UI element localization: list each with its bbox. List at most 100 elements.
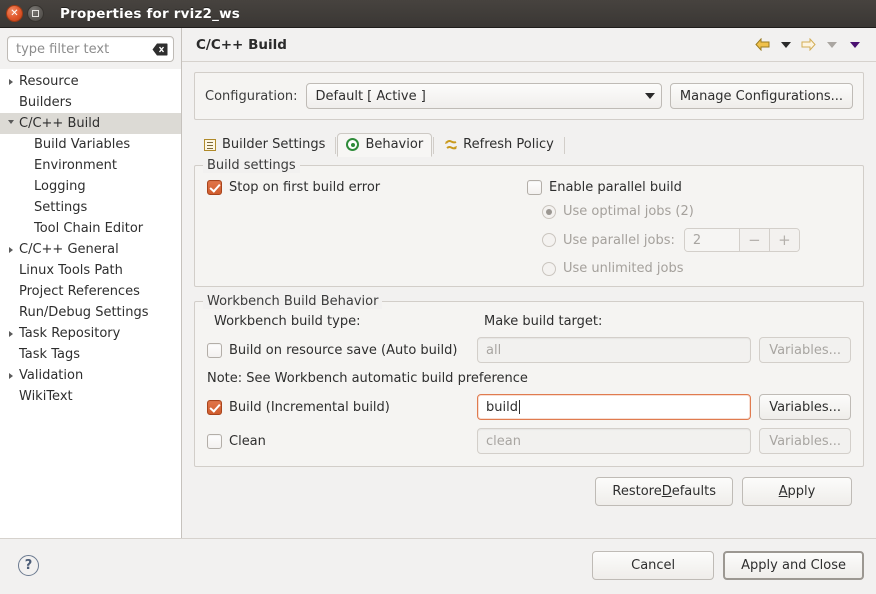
make-build-target-input[interactable]: clean [477, 428, 751, 454]
manage-configurations-button[interactable]: Manage Configurations... [670, 83, 853, 109]
restore-defaults-button[interactable]: Restore Defaults [595, 477, 733, 506]
use-unlimited-jobs-row[interactable]: Use unlimited jobs [527, 261, 851, 276]
chevron-down-icon[interactable] [4, 120, 17, 127]
build-type-checkbox[interactable] [207, 343, 222, 358]
view-menu-chevron-down-icon[interactable] [843, 34, 866, 56]
build-type-label: Build (Incremental build) [229, 400, 390, 415]
footer-buttons: Cancel Apply and Close [592, 551, 864, 580]
build-type-checkbox-cell[interactable]: Build (Incremental build) [207, 400, 477, 415]
sidebar-item-task-repository[interactable]: Task Repository [0, 323, 181, 344]
page-button-row: Restore Defaults Apply [194, 467, 864, 517]
build-type-checkbox-cell[interactable]: Clean [207, 434, 477, 449]
parallel-jobs-increment-button[interactable]: + [769, 229, 799, 251]
search-input[interactable]: type filter text [7, 36, 174, 62]
build-settings-legend: Build settings [203, 158, 300, 173]
build-type-checkbox-cell[interactable]: Build on resource save (Auto build) [207, 343, 477, 358]
use-unlimited-jobs-radio[interactable] [542, 262, 556, 276]
build-type-checkbox[interactable] [207, 434, 222, 449]
sidebar-item-label: Logging [17, 179, 86, 194]
refresh-policy-icon [443, 137, 458, 152]
close-icon[interactable]: ✕ [6, 5, 23, 22]
workbench-build-rows: Build on resource save (Auto build)all Va… [207, 337, 851, 454]
sidebar-item-c-c-build[interactable]: C/C++ Build [0, 113, 181, 134]
sidebar-item-project-references[interactable]: Project References [0, 281, 181, 302]
sidebar-item-environment[interactable]: Environment [0, 155, 181, 176]
parallel-jobs-stepper[interactable]: 2 − + [684, 228, 800, 252]
sidebar-item-resource[interactable]: Resource [0, 71, 181, 92]
sidebar-item-logging[interactable]: Logging [0, 176, 181, 197]
make-build-target-input[interactable]: build [477, 394, 751, 420]
forward-arrow-icon[interactable] [797, 34, 820, 56]
variables-button[interactable]: Variables... [759, 394, 851, 420]
chevron-right-icon[interactable] [4, 331, 17, 337]
make-build-target-input[interactable]: all [477, 337, 751, 363]
content-pane: C/C++ Build [182, 28, 876, 538]
stop-on-first-build-error-label: Stop on first build error [229, 180, 380, 195]
stop-on-first-build-error-checkbox[interactable] [207, 180, 222, 195]
sidebar-item-settings[interactable]: Settings [0, 197, 181, 218]
sidebar-item-build-variables[interactable]: Build Variables [0, 134, 181, 155]
sidebar-item-label: Project References [17, 284, 140, 299]
sidebar-item-label: Resource [17, 74, 79, 89]
use-parallel-jobs-row[interactable]: Use parallel jobs: 2 − + [527, 228, 851, 252]
sidebar-item-label: C/C++ Build [17, 116, 100, 131]
configuration-value: Default [ Active ] [316, 89, 645, 104]
apply-label: pply [788, 484, 816, 499]
use-parallel-jobs-radio[interactable] [542, 233, 556, 247]
stop-on-first-build-error-row[interactable]: Stop on first build error [207, 180, 527, 195]
workbench-build-row: Cleanclean Variables... [207, 428, 851, 454]
sidebar-item-tool-chain-editor[interactable]: Tool Chain Editor [0, 218, 181, 239]
sidebar-item-c-c-general[interactable]: C/C++ General [0, 239, 181, 260]
sidebar-item-wikitext[interactable]: WikiText [0, 386, 181, 407]
maximize-icon[interactable] [27, 5, 44, 22]
settings-tree[interactable]: Resource Builders C/C++ Build Build Variabl… [0, 69, 181, 538]
restore-defaults-label-a: Restore [612, 484, 661, 499]
sidebar-item-builders[interactable]: Builders [0, 92, 181, 113]
parallel-jobs-decrement-button[interactable]: − [739, 229, 769, 251]
behavior-target-icon [345, 137, 360, 152]
apply-button[interactable]: Apply [742, 477, 852, 506]
sidebar-item-task-tags[interactable]: Task Tags [0, 344, 181, 365]
sidebar-item-label: Settings [17, 200, 87, 215]
configuration-select[interactable]: Default [ Active ] [306, 83, 662, 109]
use-unlimited-jobs-label: Use unlimited jobs [563, 261, 683, 276]
parallel-jobs-value: 2 [685, 229, 739, 251]
variables-button[interactable]: Variables... [759, 337, 851, 363]
help-icon[interactable]: ? [18, 555, 39, 576]
chevron-right-icon[interactable] [4, 373, 17, 379]
search-input-placeholder: type filter text [16, 42, 152, 57]
page-content: Configuration: Default [ Active ] Manage… [182, 62, 876, 538]
back-arrow-icon[interactable] [751, 34, 774, 56]
chevron-right-icon[interactable] [4, 247, 17, 253]
enable-parallel-build-checkbox[interactable] [527, 180, 542, 195]
sidebar-item-label: Run/Debug Settings [17, 305, 149, 320]
text-cursor [519, 400, 520, 414]
workbench-build-row: Build on resource save (Auto build)all Va… [207, 337, 851, 363]
sidebar-item-label: Task Tags [17, 347, 80, 362]
variables-button[interactable]: Variables... [759, 428, 851, 454]
tab-refresh-policy[interactable]: Refresh Policy [435, 133, 563, 157]
sidebar-item-label: Tool Chain Editor [17, 221, 143, 236]
tab-builder-settings[interactable]: Builder Settings [194, 133, 334, 157]
window-title: Properties for rviz2_ws [60, 6, 240, 22]
tab-behavior[interactable]: Behavior [337, 133, 432, 157]
auto-build-note: Note: See Workbench automatic build pref… [207, 371, 851, 386]
enable-parallel-build-row[interactable]: Enable parallel build [527, 180, 851, 195]
sidebar-item-linux-tools-path[interactable]: Linux Tools Path [0, 260, 181, 281]
use-optimal-jobs-row[interactable]: Use optimal jobs (2) [527, 204, 851, 219]
sidebar-item-run-debug-settings[interactable]: Run/Debug Settings [0, 302, 181, 323]
navigation-pane: type filter text Resource Builders C/C++ B… [0, 28, 182, 538]
tab-bar: Builder SettingsBehaviorRefresh Policy [194, 131, 864, 157]
sidebar-item-validation[interactable]: Validation [0, 365, 181, 386]
sidebar-item-label: C/C++ General [17, 242, 119, 257]
chevron-right-icon[interactable] [4, 79, 17, 85]
make-build-target-label: Make build target: [484, 314, 602, 329]
apply-and-close-button[interactable]: Apply and Close [723, 551, 864, 580]
back-menu-chevron-down-icon[interactable] [774, 34, 797, 56]
sidebar-item-label: WikiText [17, 389, 73, 404]
cancel-button[interactable]: Cancel [592, 551, 714, 580]
build-type-checkbox[interactable] [207, 400, 222, 415]
forward-menu-chevron-down-icon[interactable] [820, 34, 843, 56]
clear-icon[interactable] [152, 43, 168, 56]
use-optimal-jobs-radio[interactable] [542, 205, 556, 219]
